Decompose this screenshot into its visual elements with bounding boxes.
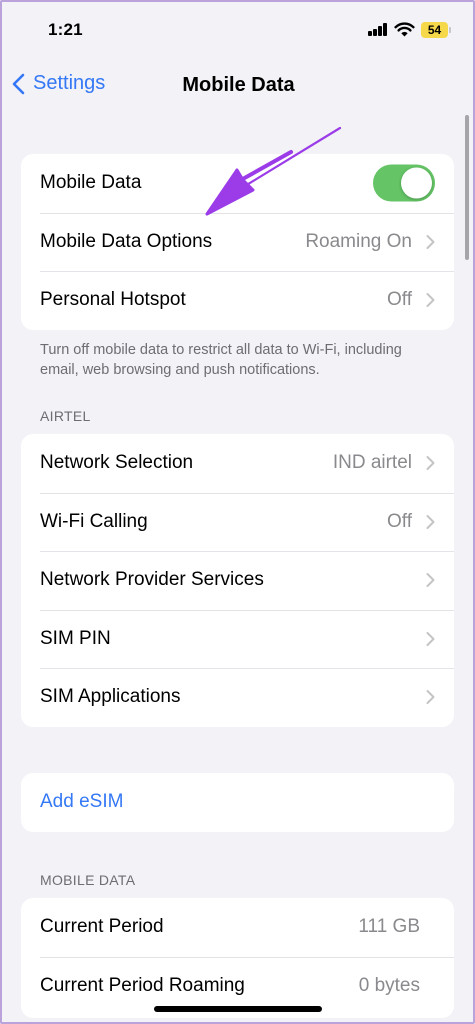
personal-hotspot-row[interactable]: Personal Hotspot Off: [21, 271, 454, 330]
status-time: 1:21: [48, 20, 83, 39]
scrollbar[interactable]: [465, 115, 469, 260]
row-label: Mobile Data: [40, 172, 142, 194]
row-label: Personal Hotspot: [40, 289, 186, 311]
sim-pin-row[interactable]: SIM PIN: [21, 609, 454, 669]
row-label: Current Period: [40, 916, 164, 938]
row-label: Wi-Fi Calling: [40, 510, 148, 532]
row-label: SIM Applications: [40, 686, 181, 708]
battery-icon: 54: [421, 22, 451, 38]
chevron-right-icon: [426, 234, 435, 249]
cellular-signal-icon: [368, 23, 388, 36]
chevron-right-icon: [426, 293, 435, 308]
mobile-data-usage-group: Current Period 111 GB Current Period Roa…: [21, 898, 454, 1018]
status-bar: 1:21 54: [0, 0, 475, 60]
add-esim-button[interactable]: Add eSIM: [40, 791, 123, 813]
home-indicator[interactable]: [154, 1006, 322, 1012]
chevron-right-icon: [426, 456, 435, 471]
chevron-right-icon: [426, 631, 435, 646]
mobile-data-toggle[interactable]: [373, 164, 435, 202]
chevron-right-icon: [426, 690, 435, 705]
esim-group: Add eSIM: [21, 773, 454, 832]
mobile-data-group: Mobile Data Mobile Data Options Roaming …: [21, 154, 454, 330]
mobile-data-options-row[interactable]: Mobile Data Options Roaming On: [21, 212, 454, 272]
chevron-right-icon: [426, 573, 435, 588]
row-value: Off: [387, 510, 412, 532]
wifi-calling-row[interactable]: Wi-Fi Calling Off: [21, 492, 454, 552]
mobile-data-footer-note: Turn off mobile data to restrict all dat…: [40, 342, 402, 378]
network-selection-row[interactable]: Network Selection IND airtel: [21, 434, 454, 493]
mobile-data-usage-header: MOBILE DATA: [40, 872, 136, 888]
row-label: Network Selection: [40, 452, 194, 474]
navigation-bar: Settings Mobile Data: [0, 62, 475, 108]
current-period-row: Current Period 111 GB: [21, 898, 454, 957]
row-value: 111 GB: [358, 916, 420, 938]
row-label: Current Period Roaming: [40, 974, 245, 996]
row-label: Network Provider Services: [40, 569, 264, 591]
row-value: Roaming On: [305, 230, 412, 252]
page-title: Mobile Data: [182, 74, 295, 96]
row-label: SIM PIN: [40, 627, 111, 649]
row-value: IND airtel: [332, 452, 412, 474]
carrier-group: Network Selection IND airtel Wi-Fi Calli…: [21, 434, 454, 727]
mobile-data-row: Mobile Data: [21, 154, 454, 213]
add-esim-row[interactable]: Add eSIM: [21, 773, 454, 832]
carrier-section-header: AIRTEL: [40, 408, 91, 424]
wifi-icon: [394, 22, 415, 37]
sim-applications-row[interactable]: SIM Applications: [21, 668, 454, 727]
chevron-right-icon: [426, 514, 435, 529]
network-provider-services-row[interactable]: Network Provider Services: [21, 551, 454, 610]
row-value: 0 bytes: [358, 974, 420, 996]
row-value: Off: [387, 289, 412, 311]
row-label: Mobile Data Options: [40, 230, 213, 252]
